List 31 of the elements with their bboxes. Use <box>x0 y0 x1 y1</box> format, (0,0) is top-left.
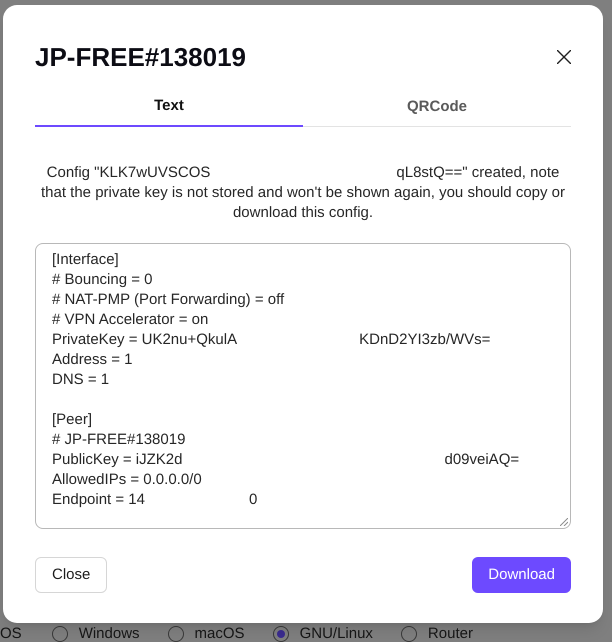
config-line: PublicKey = iJZK2d d09veiAQ= <box>52 450 520 470</box>
config-line: AllowedIPs = 0.0.0.0/0 <box>52 470 202 490</box>
config-line: Endpoint = 14 0 <box>52 490 258 510</box>
os-option-label: GNU/Linux <box>300 626 373 642</box>
config-line: [Interface] <box>52 250 119 270</box>
close-button[interactable] <box>557 50 571 64</box>
radio-button[interactable] <box>400 626 417 642</box>
dialog-title: JP-FREE#138019 <box>35 41 246 73</box>
config-line: # NAT-PMP (Port Forwarding) = off <box>52 290 284 310</box>
download-button[interactable]: Download <box>472 557 571 593</box>
os-label: OS <box>0 626 22 642</box>
os-option-label: Windows <box>78 626 140 642</box>
config-line: # JP-FREE#138019 <box>52 430 186 450</box>
close-dialog-button[interactable]: Close <box>35 557 108 593</box>
config-line: [Peer] <box>52 410 92 430</box>
config-text-area[interactable] <box>35 243 571 529</box>
close-icon <box>557 50 571 64</box>
config-line: PrivateKey = UK2nu+QkulA KDnD2YI3zb/WVs= <box>52 330 490 350</box>
config-line: # VPN Accelerator = on <box>52 310 208 330</box>
config-line: # Bouncing = 0 <box>52 270 152 290</box>
radio-button[interactable] <box>168 626 184 642</box>
radio-button[interactable] <box>272 626 289 642</box>
tab[interactable]: QRCode <box>303 88 571 127</box>
config-created-message: Config "KLK7wUVSCOS qL8stQ==" created, note that the private key is not stored and won't be shown again, you should copy or download this config. <box>40 163 566 223</box>
radio-button[interactable] <box>52 626 68 642</box>
os-option-label: macOS <box>194 626 245 642</box>
config-line: Address = 1 <box>52 350 132 370</box>
config-line: DNS = 1 <box>52 370 110 390</box>
resize-handle-icon <box>560 518 568 526</box>
os-option-label: Router <box>428 626 473 642</box>
tab[interactable]: Text <box>35 88 303 127</box>
